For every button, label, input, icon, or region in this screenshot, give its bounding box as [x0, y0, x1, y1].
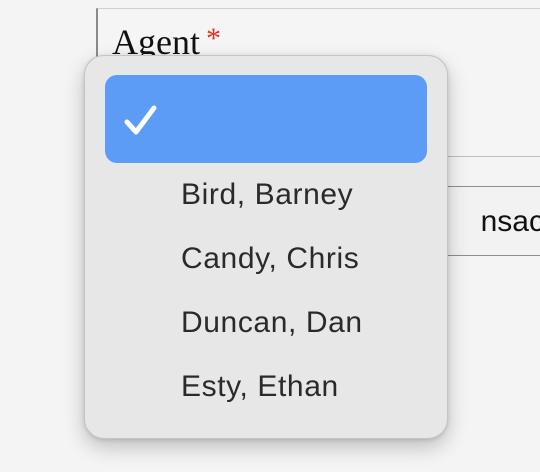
dropdown-option-candy-chris[interactable]: Candy, Chris: [105, 227, 427, 291]
dropdown-option-bird-barney[interactable]: Bird, Barney: [105, 163, 427, 227]
dropdown-option-label: Candy, Chris: [181, 242, 360, 275]
required-mark: *: [205, 22, 221, 55]
agent-dropdown-menu: Bird, Barney Candy, Chris Duncan, Dan Es…: [84, 55, 448, 439]
dropdown-option-label: Esty, Ethan: [181, 370, 339, 403]
dropdown-option-duncan-dan[interactable]: Duncan, Dan: [105, 291, 427, 355]
dropdown-option-label: Duncan, Dan: [181, 306, 363, 339]
transaction-button-label: nsacti: [480, 205, 540, 238]
dropdown-option-empty-selected[interactable]: [105, 75, 427, 163]
check-icon: [124, 105, 157, 135]
form-divider: [440, 156, 540, 157]
dropdown-option-esty-ethan[interactable]: Esty, Ethan: [105, 355, 427, 419]
dropdown-option-label: Bird, Barney: [181, 178, 354, 211]
